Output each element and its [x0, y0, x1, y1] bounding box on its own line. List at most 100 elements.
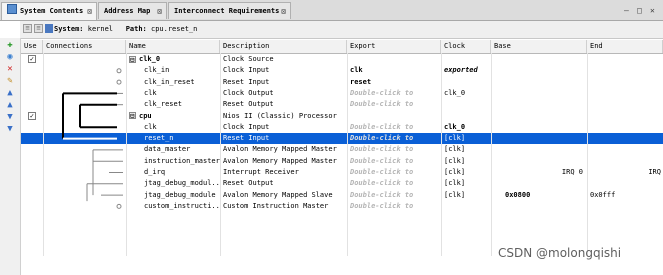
connections-graph[interactable] — [43, 53, 126, 223]
row-name[interactable]: instruction_master — [126, 156, 220, 167]
row-clock[interactable] — [441, 201, 491, 212]
tab-system-contents[interactable]: System Contents ⊠ — [1, 2, 97, 20]
row-base[interactable] — [491, 122, 587, 133]
row-clock[interactable] — [441, 77, 491, 88]
row-clock[interactable]: [clk] — [441, 167, 491, 178]
row-clock[interactable]: clk_0 — [441, 122, 491, 133]
remove-icon[interactable]: ✕ — [5, 64, 15, 74]
column-header-connections[interactable]: Connections — [43, 40, 126, 53]
row-name[interactable]: clk_in — [126, 65, 220, 76]
row-export[interactable]: Double-click to — [347, 201, 441, 212]
column-header-export[interactable]: Export — [347, 40, 441, 53]
row-base[interactable] — [491, 99, 587, 110]
row-base[interactable] — [491, 65, 587, 76]
row-clock[interactable] — [441, 111, 491, 122]
row-end[interactable]: 0x0fff — [587, 190, 663, 201]
row-end[interactable] — [587, 144, 663, 155]
use-checkbox[interactable]: ✓ — [28, 55, 36, 63]
move-top-icon[interactable]: ▲ — [5, 88, 15, 98]
row-clock[interactable]: [clk] — [441, 190, 491, 201]
move-down-icon[interactable]: ▼ — [5, 112, 15, 122]
row-name[interactable]: custom_instructi... — [126, 201, 220, 212]
row-base[interactable] — [491, 156, 587, 167]
add-icon[interactable]: ✚ — [5, 40, 15, 50]
component-icon[interactable]: ◉ — [5, 52, 15, 62]
row-base[interactable] — [491, 77, 587, 88]
row-end[interactable] — [587, 99, 663, 110]
move-up-icon[interactable]: ▲ — [5, 100, 15, 110]
row-clock[interactable]: [clk] — [441, 133, 491, 144]
close-tab-icon[interactable]: ⊠ — [157, 3, 162, 20]
tab-address-map[interactable]: Address Map ⊠ — [98, 2, 167, 19]
restore-icon[interactable]: □ — [637, 6, 642, 15]
row-name[interactable]: jtag_debug_modul... — [126, 178, 220, 189]
row-export[interactable]: Double-click to — [347, 156, 441, 167]
row-end[interactable] — [587, 133, 663, 144]
row-export[interactable]: clk — [347, 65, 441, 76]
row-export[interactable]: Double-click to — [347, 133, 441, 144]
row-clock[interactable]: [clk] — [441, 144, 491, 155]
minimize-icon[interactable]: — — [624, 6, 629, 15]
row-name[interactable]: clk_reset — [126, 99, 220, 110]
row-export[interactable] — [347, 111, 441, 122]
row-base[interactable]: 0x0800 — [491, 190, 587, 201]
row-clock[interactable] — [441, 99, 491, 110]
row-clock[interactable]: [clk] — [441, 156, 491, 167]
row-base[interactable] — [491, 201, 587, 212]
row-base[interactable] — [491, 133, 587, 144]
use-checkbox[interactable]: ✓ — [28, 111, 36, 120]
row-export[interactable]: Double-click to — [347, 144, 441, 155]
collapse-icon[interactable]: ⊟ — [129, 112, 136, 120]
row-name[interactable]: ⊟ cpu — [126, 111, 220, 122]
row-clock[interactable]: exported — [441, 65, 491, 76]
row-end[interactable] — [587, 178, 663, 189]
row-end[interactable] — [587, 65, 663, 76]
column-header-base[interactable]: Base — [491, 40, 587, 53]
row-base[interactable] — [491, 178, 587, 189]
row-export[interactable]: reset — [347, 77, 441, 88]
collapse-icon[interactable]: ⊟ — [129, 55, 136, 63]
row-base[interactable] — [491, 54, 587, 65]
row-clock[interactable] — [441, 54, 491, 65]
connection-endpoint[interactable] — [116, 68, 122, 74]
column-header-use[interactable]: Use — [21, 40, 43, 53]
row-export[interactable]: Double-click to — [347, 190, 441, 201]
row-end[interactable] — [587, 54, 663, 65]
row-end[interactable] — [587, 201, 663, 212]
row-clock[interactable]: [clk] — [441, 178, 491, 189]
row-name[interactable]: reset_n — [126, 133, 220, 144]
row-end[interactable] — [587, 77, 663, 88]
row-end[interactable]: IRQ — [587, 167, 663, 178]
row-base[interactable] — [491, 88, 587, 99]
row-name[interactable]: clk — [126, 88, 220, 99]
tab-interconnect-requirements[interactable]: Interconnect Requirements ⊠ — [168, 2, 291, 19]
filter-down-button[interactable]: ≡ — [34, 24, 43, 33]
row-base[interactable] — [491, 111, 587, 122]
close-tab-icon[interactable]: ⊠ — [281, 3, 286, 20]
column-header-clock[interactable]: Clock — [441, 40, 491, 53]
edit-icon[interactable]: ✎ — [5, 76, 15, 86]
row-name[interactable]: d_irq — [126, 167, 220, 178]
row-export[interactable]: Double-click to — [347, 167, 441, 178]
close-tab-icon[interactable]: ⊠ — [87, 3, 92, 20]
connection-endpoint[interactable] — [116, 79, 122, 85]
row-base[interactable]: IRQ 0 — [491, 167, 587, 178]
row-end[interactable] — [587, 122, 663, 133]
column-header-end[interactable]: End — [587, 40, 663, 53]
row-end[interactable] — [587, 156, 663, 167]
filter-up-button[interactable]: ≡ — [23, 24, 32, 33]
row-end[interactable] — [587, 111, 663, 122]
row-name[interactable]: data_master — [126, 144, 220, 155]
connection-endpoint[interactable] — [116, 203, 122, 209]
row-name[interactable]: ⊟ clk_0 — [126, 54, 220, 65]
row-base[interactable] — [491, 144, 587, 155]
row-end[interactable] — [587, 88, 663, 99]
row-export[interactable]: Double-click to — [347, 122, 441, 133]
row-name[interactable]: clk — [126, 122, 220, 133]
move-bottom-icon[interactable]: ▼ — [5, 124, 15, 134]
column-header-name[interactable]: Name — [126, 40, 220, 53]
row-name[interactable]: jtag_debug_module — [126, 190, 220, 201]
row-export[interactable]: Double-click to — [347, 178, 441, 189]
row-export[interactable] — [347, 54, 441, 65]
row-clock[interactable]: clk_0 — [441, 88, 491, 99]
